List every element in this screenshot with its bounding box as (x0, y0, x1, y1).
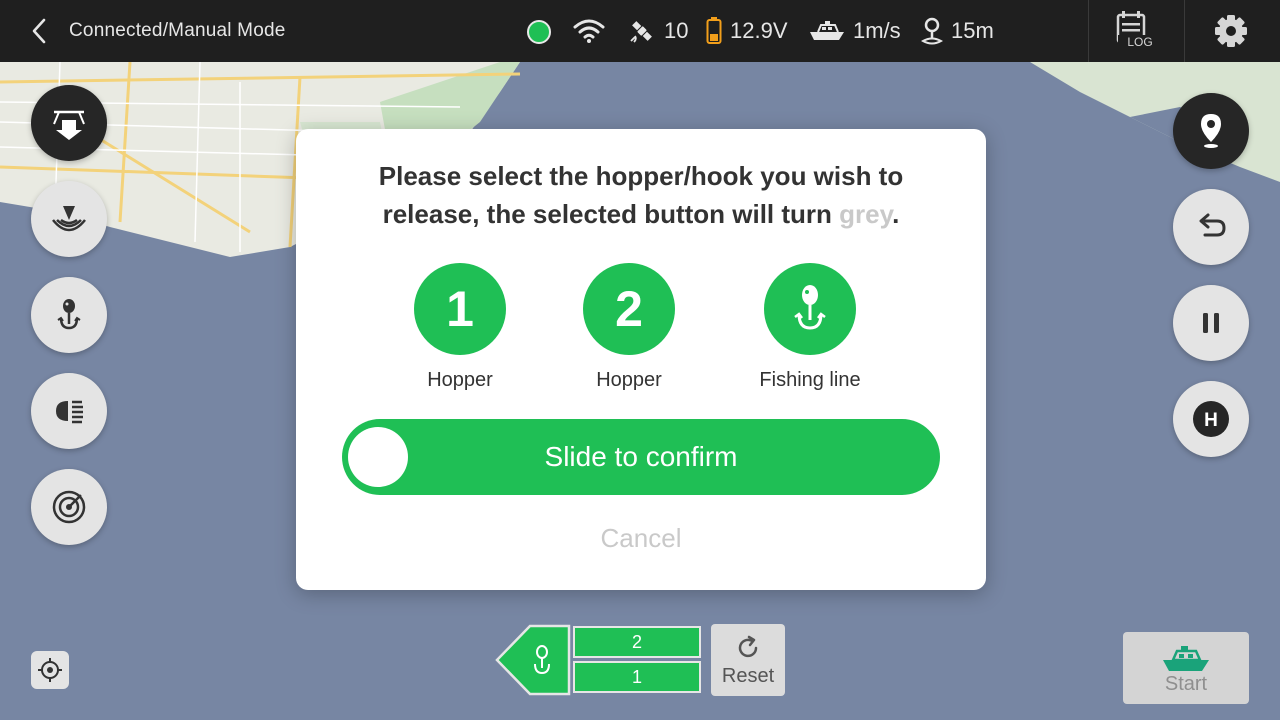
hopper-2-button[interactable]: 2 (583, 263, 675, 355)
dialog-title: Please select the hopper/hook you wish t… (378, 161, 904, 229)
fishing-hook-button[interactable] (31, 277, 107, 353)
battery-status: 12.9V (706, 0, 788, 62)
header-divider (1088, 0, 1089, 62)
connection-mode-label: Connected/Manual Mode (69, 20, 286, 41)
start-label: Start (1164, 673, 1208, 695)
slider-knob[interactable] (348, 427, 408, 487)
pause-button[interactable] (1173, 285, 1249, 361)
radar-icon (52, 489, 86, 524)
home-icon: H (1193, 401, 1229, 437)
back-button[interactable] (24, 16, 54, 46)
pause-icon (1203, 313, 1219, 333)
settings-button[interactable] (1212, 12, 1250, 50)
radar-button[interactable] (31, 469, 107, 545)
battery-voltage: 12.9V (730, 18, 788, 43)
distance-value: 15m (951, 18, 994, 43)
location-pin-button[interactable] (1173, 93, 1249, 169)
hopper-1-option[interactable]: 1 Hopper (380, 263, 540, 392)
slot-1-button[interactable]: 1 (573, 661, 701, 693)
hopper-1-button[interactable]: 1 (414, 263, 506, 355)
reset-button[interactable]: Reset (711, 624, 785, 696)
fishing-hook-icon (794, 285, 826, 330)
hook-selector-arrow[interactable] (495, 624, 572, 696)
crosshair-icon (38, 658, 62, 682)
headlight-button[interactable] (31, 373, 107, 449)
drop-bait-button[interactable] (31, 85, 107, 161)
location-pin-icon (1201, 114, 1221, 148)
satellite-icon (628, 17, 656, 45)
boat-icon (809, 20, 845, 42)
satellite-status: 10 (628, 0, 688, 62)
svg-text:H: H (1204, 410, 1218, 431)
wifi-status (572, 0, 614, 62)
sonar-button[interactable] (31, 181, 107, 257)
battery-icon (706, 17, 722, 45)
headlight-icon (56, 400, 83, 424)
drop-bait-icon (53, 110, 85, 140)
locate-me-button[interactable] (31, 651, 69, 689)
slide-to-confirm[interactable]: Slide to confirm (342, 419, 940, 495)
speed-status: 1m/s (809, 0, 901, 62)
satellite-count: 10 (664, 18, 689, 43)
hopper-2-option[interactable]: 2 Hopper (549, 263, 709, 392)
boat-speed: 1m/s (853, 18, 901, 43)
undo-button[interactable] (1173, 189, 1249, 265)
hopper-2-label: Hopper (596, 369, 662, 391)
svg-text:LOG: LOG (1127, 35, 1152, 49)
fishing-line-option[interactable]: Fishing line (730, 263, 890, 392)
log-icon: LOG (1116, 11, 1153, 49)
distance-status: 15m (921, 0, 994, 62)
start-button[interactable]: Start (1123, 632, 1249, 704)
header-divider (1184, 0, 1185, 62)
fishing-hook-icon (57, 299, 81, 330)
wifi-icon (572, 18, 606, 44)
gear-icon (1215, 15, 1247, 47)
reset-label: Reset (721, 665, 775, 687)
hopper-1-label: Hopper (427, 369, 493, 391)
sonar-icon (52, 206, 86, 232)
top-bar: Connected/Manual Mode 10 12.9V 1m/s 15m … (0, 0, 1280, 62)
undo-icon (1199, 213, 1226, 237)
boat-icon (1163, 646, 1209, 671)
slide-label: Slide to confirm (544, 441, 738, 472)
fishing-line-label: Fishing line (759, 369, 861, 391)
refresh-icon (738, 635, 758, 658)
log-button[interactable]: LOG (1100, 10, 1160, 54)
slot-2-button[interactable]: 2 (573, 626, 701, 658)
cancel-button[interactable]: Cancel (541, 523, 741, 563)
release-dialog: Please select the hopper/hook you wish t… (296, 129, 986, 590)
chevron-left-icon (32, 18, 46, 44)
home-button[interactable]: H (1173, 381, 1249, 457)
connection-status-indicator (527, 20, 551, 44)
fishing-line-button[interactable] (764, 263, 856, 355)
distance-pin-icon (921, 17, 943, 45)
